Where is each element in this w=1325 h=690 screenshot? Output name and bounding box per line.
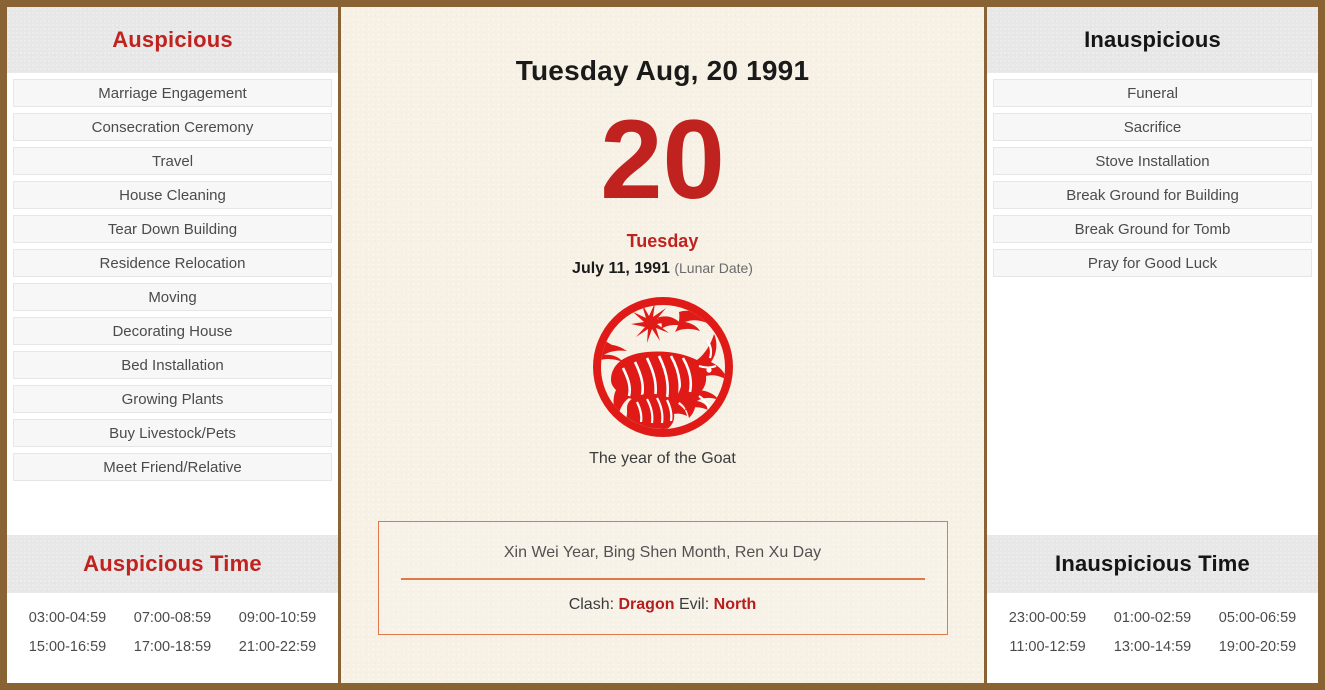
auspicious-activity-item[interactable]: Moving	[13, 283, 332, 311]
auspicious-time-cell: 17:00-18:59	[133, 639, 212, 655]
auspicious-time-cell: 15:00-16:59	[28, 639, 107, 655]
auspicious-activity-item[interactable]: Marriage Engagement	[13, 79, 332, 107]
zodiac-caption: The year of the Goat	[589, 450, 736, 467]
auspicious-activity-item[interactable]: Meet Friend/Relative	[13, 453, 332, 481]
day-number: 20	[600, 97, 725, 222]
auspicious-activity-item[interactable]: Tear Down Building	[13, 215, 332, 243]
auspicious-panel: Auspicious Marriage Engagement Consecrati…	[7, 7, 341, 683]
clash-value: Dragon	[618, 596, 675, 613]
auspicious-activity-item[interactable]: House Cleaning	[13, 181, 332, 209]
auspicious-activity-item[interactable]: Travel	[13, 147, 332, 175]
inauspicious-time-header: Inauspicious Time	[987, 535, 1318, 593]
auspicious-activity-list: Marriage Engagement Consecration Ceremony…	[7, 73, 338, 535]
inauspicious-activity-item[interactable]: Stove Installation	[993, 147, 1312, 175]
auspicious-time-cell: 21:00-22:59	[238, 639, 317, 655]
info-box-divider	[400, 578, 925, 580]
day-detail-panel: Tuesday Aug, 20 1991 20 Tuesday July 11,…	[341, 7, 984, 683]
inauspicious-activity-item[interactable]: Break Ground for Building	[993, 181, 1312, 209]
auspicious-time-header: Auspicious Time	[7, 535, 338, 593]
evil-value: North	[713, 596, 757, 613]
inauspicious-activity-item[interactable]: Pray for Good Luck	[993, 249, 1312, 277]
auspicious-panel-header: Auspicious	[7, 7, 338, 73]
lunar-date-line: July 11, 1991 (Lunar Date)	[572, 260, 753, 278]
inauspicious-activity-item[interactable]: Funeral	[993, 79, 1312, 107]
auspicious-activity-item[interactable]: Residence Relocation	[13, 249, 332, 277]
inauspicious-time-grid: 23:00-00:59 01:00-02:59 05:00-06:59 11:00-1…	[987, 593, 1318, 683]
auspicious-time-grid: 03:00-04:59 07:00-08:59 09:00-10:59 15:00-1…	[7, 593, 338, 683]
inauspicious-activity-list: Funeral Sacrifice Stove Installation Break …	[987, 73, 1318, 535]
zodiac-block: The year of the Goat	[587, 296, 739, 468]
inauspicious-activity-item[interactable]: Break Ground for Tomb	[993, 215, 1312, 243]
auspicious-time-title: Auspicious Time	[83, 551, 262, 576]
lunar-date-value: July 11, 1991	[572, 260, 670, 277]
lunar-date-tag: (Lunar Date)	[674, 260, 753, 276]
inauspicious-time-cell: 11:00-12:59	[1009, 639, 1086, 655]
auspicious-title: Auspicious	[112, 27, 233, 52]
inauspicious-time-cell: 23:00-00:59	[1008, 610, 1087, 626]
inauspicious-activity-item[interactable]: Sacrifice	[993, 113, 1312, 141]
auspicious-activity-item[interactable]: Growing Plants	[13, 385, 332, 413]
auspicious-activity-item[interactable]: Buy Livestock/Pets	[13, 419, 332, 447]
weekday-label: Tuesday	[626, 231, 699, 251]
inauspicious-time-cell: 13:00-14:59	[1113, 639, 1192, 655]
inauspicious-time-cell: 05:00-06:59	[1218, 610, 1297, 626]
inauspicious-title: Inauspicious	[1084, 27, 1221, 52]
inauspicious-time-cell: 01:00-02:59	[1113, 610, 1192, 626]
auspicious-activity-item[interactable]: Consecration Ceremony	[13, 113, 332, 141]
evil-label: Evil:	[678, 596, 710, 613]
goat-zodiac-icon	[592, 297, 733, 437]
gregorian-date-title: Tuesday Aug, 20 1991	[515, 55, 810, 86]
auspicious-time-cell: 07:00-08:59	[133, 610, 212, 626]
auspicious-time-cell: 03:00-04:59	[28, 610, 107, 626]
inauspicious-panel: Inauspicious Funeral Sacrifice Stove Insta…	[984, 7, 1318, 683]
inauspicious-panel-header: Inauspicious	[987, 7, 1318, 73]
clash-evil-line: Clash: Dragon Evil: North	[379, 596, 947, 614]
auspicious-time-cell: 09:00-10:59	[238, 610, 317, 626]
inauspicious-time-cell: 19:00-20:59	[1218, 639, 1297, 655]
ganzhi-line: Xin Wei Year, Bing Shen Month, Ren Xu Da…	[503, 544, 822, 561]
clash-label: Clash:	[568, 596, 615, 613]
auspicious-activity-item[interactable]: Decorating House	[13, 317, 332, 345]
almanac-page: Auspicious Marriage Engagement Consecrati…	[0, 0, 1325, 690]
auspicious-activity-item[interactable]: Bed Installation	[13, 351, 332, 379]
ganzhi-info-box: Xin Wei Year, Bing Shen Month, Ren Xu Da…	[377, 521, 948, 635]
inauspicious-time-title: Inauspicious Time	[1055, 551, 1250, 576]
